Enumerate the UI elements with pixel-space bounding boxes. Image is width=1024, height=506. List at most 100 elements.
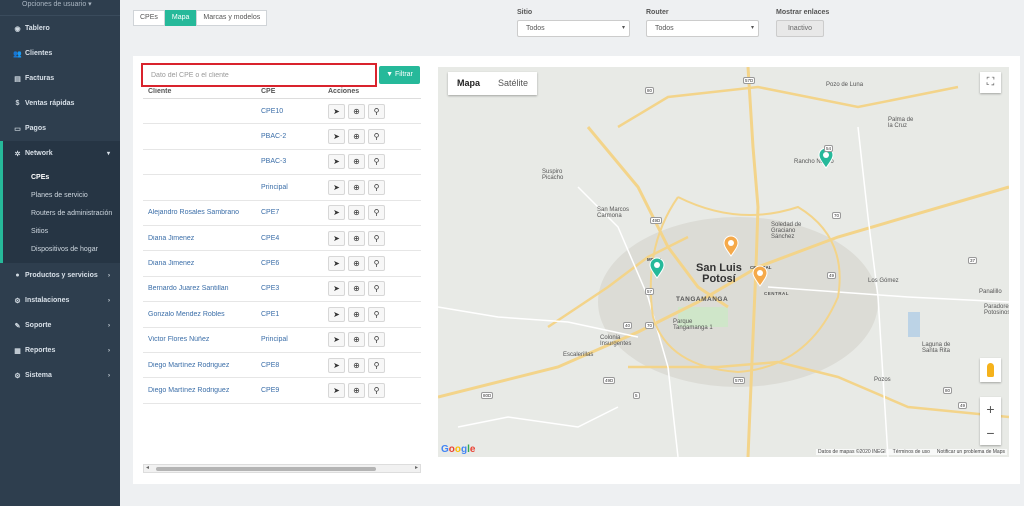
locate-icon[interactable]: ➤ [328,281,345,297]
map-type-satelite[interactable]: Satélite [489,72,537,95]
user-options-menu[interactable]: Opciones de usuario ▾ [0,0,120,16]
tab-mapa[interactable]: Mapa [164,10,197,26]
router-select[interactable]: Todos ▾ [646,20,759,37]
map-marker[interactable]: MIMEA [647,257,665,279]
cpe-link[interactable]: CPE3 [256,285,328,292]
cpe-link[interactable]: CPE7 [256,209,328,216]
filter-button-label: Filtrar [395,71,413,78]
cpe-link[interactable]: CPE8 [256,362,328,369]
street-view-pegman[interactable] [980,358,1001,382]
map-view[interactable]: Pozo de Luna Palma de la Cruz Rancho Nuev… [438,67,1009,457]
client-link[interactable]: Gonzalo Mendez Robles [143,311,256,318]
zoom-out-button[interactable]: − [980,421,1001,445]
submenu-item[interactable]: Sitios [3,223,120,241]
locate-icon[interactable]: ➤ [328,154,345,170]
sidebar-item-soporte[interactable]: ✎ Soporte › [0,313,120,338]
cpe-link[interactable]: PBAC-3 [256,158,328,165]
cpe-link[interactable]: CPE6 [256,260,328,267]
zoom-in-icon[interactable]: ⊕ [348,306,365,322]
zoom-in-icon[interactable]: ⊕ [348,129,365,145]
map-terms-link[interactable]: Términos de uso [893,449,930,455]
client-link[interactable]: Diana Jimenez [143,260,256,267]
zoom-in-icon[interactable]: ⊕ [348,332,365,348]
zoom-in-icon[interactable]: ⊕ [348,154,365,170]
locate-icon[interactable]: ➤ [328,129,345,145]
client-link[interactable]: Diego Martínez Rodriguez [143,387,256,394]
locate-icon[interactable]: ➤ [328,256,345,272]
map-marker[interactable]: CENTRAL [750,265,772,287]
links-toggle[interactable]: Inactivo [776,20,824,37]
client-link[interactable]: Bernardo Juarez Santillan [143,285,256,292]
locate-icon[interactable]: ➤ [328,306,345,322]
submenu-item[interactable]: Routers de administración [3,205,120,223]
zoom-in-icon[interactable]: ⊕ [348,205,365,221]
search-icon[interactable]: ⚲ [368,332,385,348]
search-icon[interactable]: ⚲ [368,103,385,119]
row-actions: ➤ ⊕ ⚲ [328,382,385,398]
search-icon[interactable]: ⚲ [368,281,385,297]
zoom-in-button[interactable]: + [980,397,1001,421]
sitio-select[interactable]: Todos ▾ [517,20,630,37]
map-report-link[interactable]: Notificar un problema de Maps [937,449,1005,455]
scrollbar-thumb[interactable] [156,467,376,471]
scroll-right-icon[interactable]: ▸ [415,464,418,471]
submenu-item[interactable]: Planes de servicio [3,187,120,205]
map-type-mapa[interactable]: Mapa [448,72,489,95]
client-link[interactable]: Alejandro Rosales Sambrano [143,209,256,216]
zoom-in-icon[interactable]: ⊕ [348,179,365,195]
sidebar-item-pagos[interactable]: ▭ Pagos [0,116,120,141]
locate-icon[interactable]: ➤ [328,357,345,373]
cpe-link[interactable]: CPE10 [256,108,328,115]
sidebar-item-productos-y-servicios[interactable]: ● Productos y servicios › [0,263,120,288]
zoom-in-icon[interactable]: ⊕ [348,230,365,246]
locate-icon[interactable]: ➤ [328,382,345,398]
zoom-in-icon[interactable]: ⊕ [348,256,365,272]
sidebar-item-reportes[interactable]: ▦ Reportes › [0,338,120,363]
horizontal-scrollbar[interactable]: ◂ ▸ [143,464,421,473]
sidebar-item-clientes[interactable]: 👥 Clientes [0,41,120,66]
search-input[interactable] [143,65,375,85]
client-link[interactable]: Diego Martínez Rodriguez [143,362,256,369]
row-actions: ➤ ⊕ ⚲ [328,281,385,297]
search-icon[interactable]: ⚲ [368,154,385,170]
zoom-in-icon[interactable]: ⊕ [348,382,365,398]
locate-icon[interactable]: ➤ [328,179,345,195]
search-icon[interactable]: ⚲ [368,382,385,398]
cpe-link[interactable]: CPE1 [256,311,328,318]
sidebar-item-network[interactable]: ✲ Network ▾ [0,141,120,166]
tab-cpes[interactable]: CPEs [133,10,165,26]
cpe-link[interactable]: CPE9 [256,387,328,394]
zoom-in-icon[interactable]: ⊕ [348,357,365,373]
zoom-in-icon[interactable]: ⊕ [348,103,365,119]
search-icon[interactable]: ⚲ [368,256,385,272]
zoom-in-icon[interactable]: ⊕ [348,281,365,297]
search-icon[interactable]: ⚲ [368,205,385,221]
scroll-left-icon[interactable]: ◂ [146,464,149,471]
locate-icon[interactable]: ➤ [328,230,345,246]
search-icon[interactable]: ⚲ [368,179,385,195]
sidebar-item-instalaciones[interactable]: ⚙ Instalaciones › [0,288,120,313]
search-icon[interactable]: ⚲ [368,357,385,373]
cpe-link[interactable]: CPE4 [256,235,328,242]
cpe-link[interactable]: Principal [256,336,328,343]
fullscreen-icon[interactable]: ⛶ [980,72,1001,93]
locate-icon[interactable]: ➤ [328,332,345,348]
locate-icon[interactable]: ➤ [328,205,345,221]
filter-button[interactable]: ▼ Filtrar [379,66,420,84]
client-link[interactable]: Victor Flores Núñez [143,336,256,343]
cpe-link[interactable]: PBAC-2 [256,133,328,140]
submenu-item[interactable]: Dispositivos de hogar [3,241,120,259]
sidebar-item-tablero[interactable]: ◉ Tablero [0,16,120,41]
sidebar-item-ventas-rápidas[interactable]: $ Ventas rápidas [0,91,120,116]
header-cpe: CPE [261,88,276,95]
search-icon[interactable]: ⚲ [368,230,385,246]
search-icon[interactable]: ⚲ [368,129,385,145]
sidebar-item-facturas[interactable]: ▤ Facturas [0,66,120,91]
locate-icon[interactable]: ➤ [328,103,345,119]
sidebar-item-sistema[interactable]: ⚙ Sistema › [0,363,120,388]
search-icon[interactable]: ⚲ [368,306,385,322]
submenu-item[interactable]: CPEs [3,169,120,187]
tab-marcas-modelos[interactable]: Marcas y modelos [196,10,268,26]
client-link[interactable]: Diana Jimenez [143,235,256,242]
cpe-link[interactable]: Principal [256,184,328,191]
